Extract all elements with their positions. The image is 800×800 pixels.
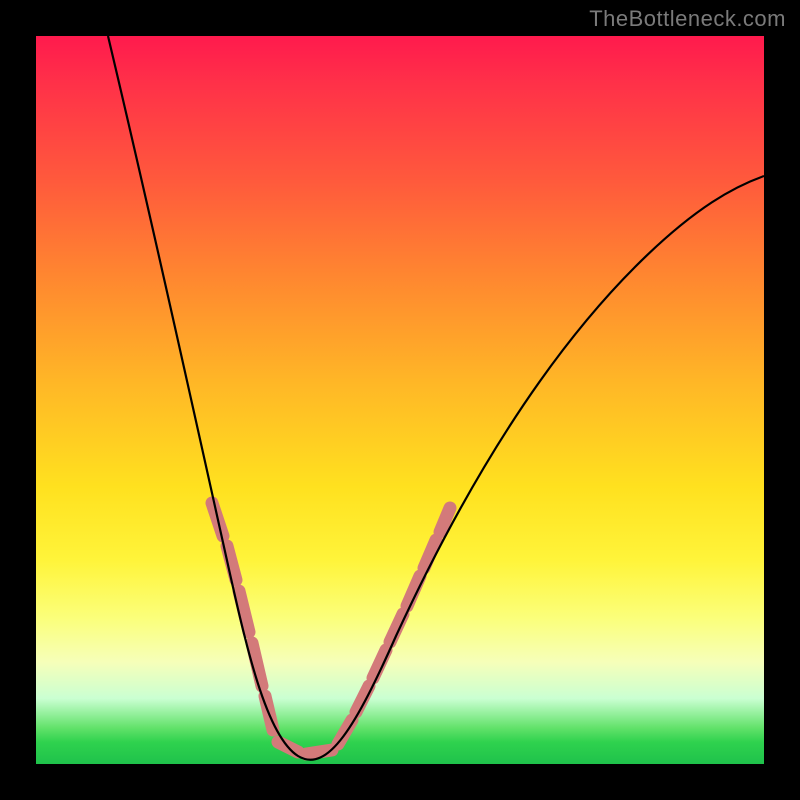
highlight-seg: [239, 591, 249, 632]
highlight-group: [212, 503, 450, 754]
bottleneck-curve: [108, 36, 764, 760]
highlight-seg: [390, 614, 403, 642]
chart-frame: TheBottleneck.com: [0, 0, 800, 800]
plot-area: [36, 36, 764, 764]
curve-svg: [36, 36, 764, 764]
watermark-text: TheBottleneck.com: [589, 6, 786, 32]
